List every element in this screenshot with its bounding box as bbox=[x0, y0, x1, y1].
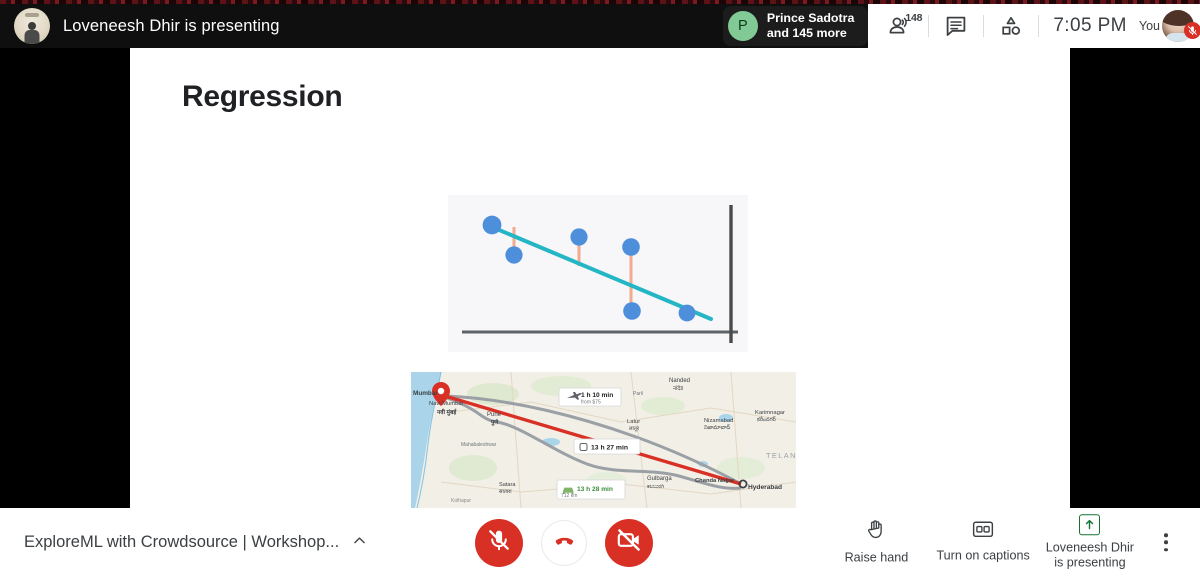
call-end-icon bbox=[552, 528, 577, 558]
presenter-avatar bbox=[14, 8, 50, 44]
mic-off-icon bbox=[1184, 22, 1200, 39]
speaker-others: and 145 more bbox=[766, 26, 847, 40]
map-label-pune: Pune bbox=[487, 412, 502, 418]
chat-button[interactable] bbox=[929, 4, 983, 48]
presenting-banner-label: Loveneesh Dhir is presenting bbox=[63, 16, 280, 35]
map-label-chanda-nagar: Chanda Nagar bbox=[695, 478, 735, 484]
present-up-icon bbox=[1079, 513, 1101, 535]
presenting-banner: Loveneesh Dhir is presenting bbox=[0, 8, 280, 44]
activities-button[interactable] bbox=[984, 4, 1038, 48]
page-title: Regression bbox=[182, 80, 343, 113]
map-label-nanded-native: नांदेड bbox=[673, 385, 683, 392]
mic-toggle-button[interactable] bbox=[475, 518, 523, 567]
meeting-title-area[interactable]: ExploreML with Crowdsource | Workshop... bbox=[24, 532, 368, 554]
map-label-latur-native: लातूर bbox=[629, 426, 640, 432]
map-label-pune-native: पुणे bbox=[490, 418, 499, 426]
present-status: Loveneesh Dhir is presenting bbox=[1046, 540, 1134, 571]
shared-slide: Regression Mumbai Navi Mumbai नवी मुंबई … bbox=[130, 48, 1070, 508]
hangup-button[interactable] bbox=[541, 519, 587, 566]
meeting-title: ExploreML with Crowdsource | Workshop... bbox=[24, 533, 340, 551]
active-speaker-chip[interactable]: P Prince Sadotra and 145 more bbox=[722, 6, 869, 46]
more-vert-icon[interactable] bbox=[1146, 521, 1186, 565]
map-label-karimnagar: Karimnagar bbox=[755, 410, 785, 416]
map-label-nizamabad-native: నిజామాబాద్ bbox=[704, 424, 730, 431]
map-label-mumbai: Mumbai bbox=[413, 390, 437, 397]
map-label-navi-mumbai: Navi Mumbai bbox=[429, 401, 463, 407]
svg-text:712 km: 712 km bbox=[561, 493, 577, 499]
bottom-bar: ExploreML with Crowdsource | Workshop... bbox=[0, 508, 1200, 577]
present-status-line2: is presenting bbox=[1054, 555, 1126, 570]
camera-off-icon bbox=[616, 527, 642, 558]
bottom-right-controls: Raise hand Turn on captions Loveneesh Dh… bbox=[824, 513, 1186, 571]
map-label-nanded: Nanded bbox=[669, 378, 690, 384]
map-label-kolhapur: Kolhapur bbox=[451, 498, 471, 504]
raise-hand-button[interactable]: Raise hand bbox=[824, 519, 928, 567]
raise-hand-label: Raise hand bbox=[844, 550, 909, 565]
map-label-nizamabad: Nizamabad bbox=[704, 418, 733, 424]
map-label-gulbarga: Gulbarga bbox=[647, 476, 672, 482]
camera-toggle-button[interactable] bbox=[605, 518, 653, 567]
map-label-karimnagar-native: కరీంనగర్ bbox=[757, 416, 777, 423]
participants-button[interactable]: 148 bbox=[874, 4, 928, 48]
present-status-line1: Loveneesh Dhir bbox=[1045, 539, 1134, 554]
regression-scatter-figure bbox=[448, 195, 748, 352]
map-label-telangana: TELAN bbox=[766, 451, 796, 460]
captions-label: Turn on captions bbox=[936, 548, 1030, 563]
svg-text:1 h 10 min: 1 h 10 min bbox=[581, 392, 613, 399]
speaker-avatar-initial: P bbox=[727, 11, 758, 41]
map-label-satara: Satara bbox=[499, 482, 516, 488]
map-label-satara-native: सातारा bbox=[499, 489, 512, 495]
chevron-up-icon[interactable] bbox=[351, 532, 368, 554]
map-chip-car: 13 h 28 min 712 km bbox=[556, 479, 626, 500]
captions-button[interactable]: Turn on captions bbox=[928, 521, 1037, 565]
map-label-gulbarga-native: ಕಲಬುರಗಿ bbox=[647, 484, 664, 490]
cc-icon bbox=[972, 521, 994, 544]
topbar-right-cluster: 148 7:05 PM You bbox=[868, 4, 1200, 48]
participants-count: 148 bbox=[905, 12, 923, 24]
speaker-names: Prince Sadotra and 145 more bbox=[767, 11, 854, 41]
svg-text:13 h 27 min: 13 h 27 min bbox=[591, 445, 628, 452]
map-chip-train: 13 h 27 min bbox=[573, 438, 641, 455]
route-map-figure: Mumbai Navi Mumbai नवी मुंबई Pune पुणे S… bbox=[411, 372, 796, 508]
top-bar: Loveneesh Dhir is presenting P Prince Sa… bbox=[0, 4, 1200, 48]
mic-off-icon bbox=[487, 528, 511, 557]
map-label-parli: Parli bbox=[633, 391, 643, 397]
speaker-name: Prince Sadotra bbox=[766, 10, 855, 25]
meeting-clock: 7:05 PM bbox=[1053, 15, 1127, 36]
map-label-mahabaleshwar: Mahabaleshwar bbox=[461, 442, 497, 448]
self-label: You bbox=[1138, 19, 1160, 33]
call-controls bbox=[475, 518, 653, 567]
map-label-latur: Latur bbox=[627, 419, 640, 425]
map-label-hyderabad: Hyderabad bbox=[748, 484, 782, 491]
svg-text:from $75: from $75 bbox=[581, 400, 601, 406]
google-meet-window: Loveneesh Dhir is presenting P Prince Sa… bbox=[0, 0, 1200, 577]
map-chip-flight: 1 h 10 min from $75 bbox=[558, 387, 622, 407]
present-now-button[interactable]: Loveneesh Dhir is presenting bbox=[1038, 513, 1142, 571]
map-label-navi-mumbai-native: नवी मुंबई bbox=[436, 408, 457, 416]
presentation-stage[interactable]: Regression Mumbai Navi Mumbai नवी मुंबई … bbox=[0, 48, 1200, 508]
hand-icon bbox=[865, 519, 887, 546]
self-avatar-area[interactable]: You bbox=[1139, 10, 1200, 42]
svg-text:13 h 28 min: 13 h 28 min bbox=[577, 486, 613, 493]
